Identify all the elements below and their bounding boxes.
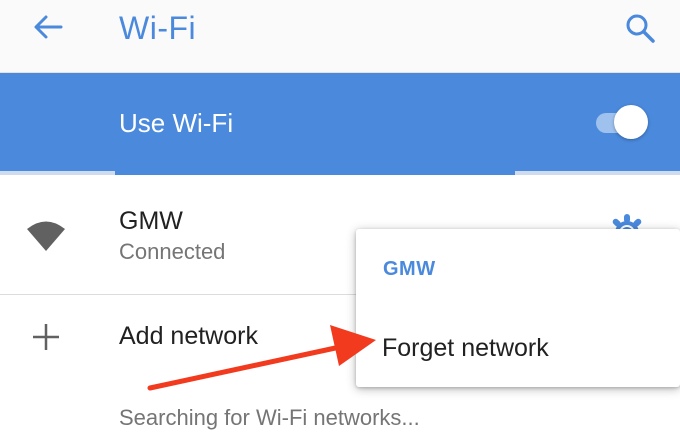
search-button[interactable] bbox=[620, 10, 660, 46]
arrow-left-icon bbox=[34, 15, 63, 39]
wifi-signal-icon bbox=[27, 221, 65, 251]
search-icon bbox=[626, 14, 655, 43]
page-title: Wi-Fi bbox=[119, 10, 197, 46]
menu-title: GMW bbox=[383, 258, 436, 280]
searching-status-text: Searching for Wi-Fi networks... bbox=[119, 405, 420, 430]
scan-progress-fill bbox=[115, 171, 515, 175]
forget-network-label: Forget network bbox=[382, 334, 549, 362]
add-network-label: Add network bbox=[119, 322, 258, 350]
switch-thumb bbox=[614, 105, 648, 139]
app-bar: Wi-Fi bbox=[0, 0, 680, 73]
plus-icon bbox=[33, 324, 59, 350]
network-status: Connected bbox=[119, 239, 226, 264]
scan-progress-bar bbox=[0, 171, 680, 175]
network-context-menu: GMW Forget network bbox=[356, 229, 680, 387]
use-wifi-label: Use Wi-Fi bbox=[119, 108, 234, 138]
forget-network-menu-item[interactable]: Forget network bbox=[356, 315, 680, 375]
use-wifi-row[interactable]: Use Wi-Fi bbox=[0, 73, 680, 171]
wifi-switch[interactable] bbox=[596, 105, 648, 141]
network-name: GMW bbox=[119, 207, 183, 235]
back-button[interactable] bbox=[30, 12, 66, 42]
